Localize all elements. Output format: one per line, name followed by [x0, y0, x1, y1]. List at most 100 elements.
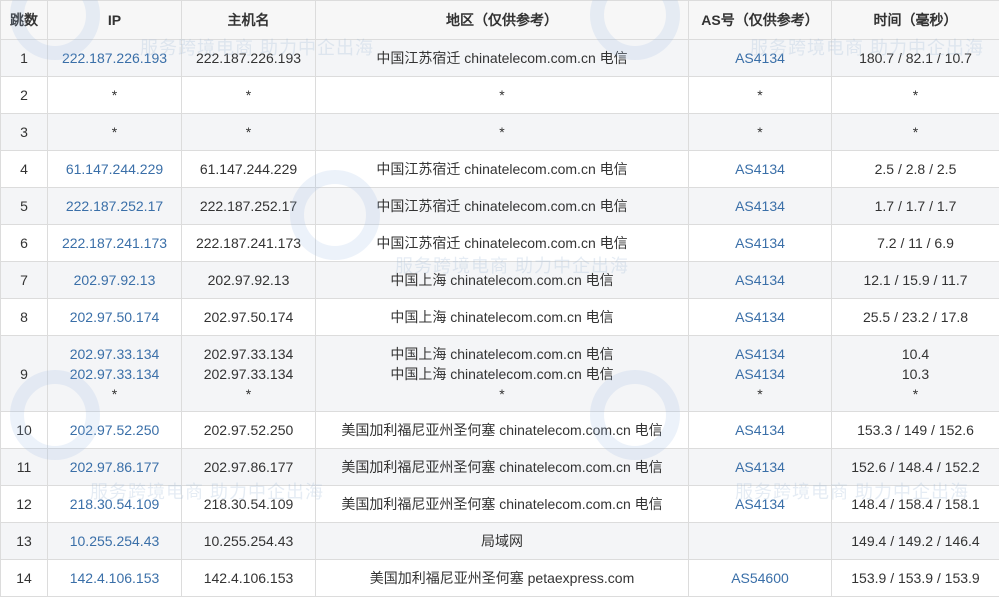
latency-text: *: [912, 87, 919, 103]
header-region: 地区（仅供参考）: [315, 0, 689, 40]
ip-address-text[interactable]: 202.97.50.174: [52, 309, 177, 325]
hostname-text: 202.97.92.13: [207, 272, 290, 288]
as-number-cell: AS4134: [688, 39, 832, 77]
table-row: 10 202.97.52.250 202.97.52.250 美国加利福尼亚州圣何塞 …: [0, 411, 999, 449]
as-number-text: *: [757, 124, 763, 140]
hostname-cell: 61.147.244.229: [181, 150, 316, 188]
as-number-text[interactable]: AS4134: [693, 272, 827, 288]
ip-address-text: *: [111, 124, 118, 140]
ip-address-text[interactable]: 202.97.52.250: [52, 422, 177, 438]
ip-address-text[interactable]: 142.4.106.153: [52, 570, 177, 586]
region-text: *: [499, 124, 505, 140]
as-number-cell: AS4134: [688, 411, 832, 449]
as-number-cell: AS4134: [688, 298, 832, 336]
as-number-text[interactable]: AS4134: [693, 496, 827, 512]
header-hop: 跳数: [0, 0, 48, 40]
table-row: 9 202.97.33.134 202.97.33.134 * 202.97.33.13…: [0, 335, 999, 412]
region-cell: 中国上海 chinatelecom.com.cn 电信: [315, 298, 689, 336]
region-text: 美国加利福尼亚州圣何塞 petaexpress.com: [369, 570, 635, 586]
region-text: 中国江苏宿迁 chinatelecom.com.cn 电信: [376, 235, 628, 251]
latency-cell: 1.7 / 1.7 / 1.7: [831, 187, 999, 225]
latency-text: 7.2 / 11 / 6.9: [877, 235, 954, 251]
ip-address-text[interactable]: 61.147.244.229: [52, 161, 177, 177]
ip-address-cell: 202.97.33.134 202.97.33.134 *: [47, 335, 182, 412]
latency-cell: 153.3 / 149 / 152.6: [831, 411, 999, 449]
as-number-text[interactable]: AS4134: [693, 161, 827, 177]
as-number-cell: [688, 522, 832, 560]
as-number-text[interactable]: AS4134: [693, 309, 827, 325]
latency-text: 25.5 / 23.2 / 17.8: [862, 309, 969, 325]
region-text: 中国江苏宿迁 chinatelecom.com.cn 电信: [376, 161, 628, 177]
hostname-cell: 202.97.52.250: [181, 411, 316, 449]
ip-address-text[interactable]: 10.255.254.43: [52, 533, 177, 549]
ip-address-text[interactable]: 202.97.33.134: [52, 344, 177, 364]
ip-address-text[interactable]: 202.97.33.134: [52, 364, 177, 384]
hostname-cell: 222.187.252.17: [181, 187, 316, 225]
hop-number-cell: 8: [0, 298, 48, 336]
header-time: 时间（毫秒）: [831, 0, 999, 40]
as-number-text[interactable]: AS4134: [693, 459, 827, 475]
hostname-text: 202.97.86.177: [203, 459, 294, 475]
region-text: 美国加利福尼亚州圣何塞 chinatelecom.com.cn 电信: [341, 422, 663, 438]
hostname-cell: *: [181, 113, 316, 151]
table-row: 14 142.4.106.153 142.4.106.153 美国加利福尼亚州圣何塞 …: [0, 559, 999, 597]
as-number-text[interactable]: AS4134: [693, 235, 827, 251]
hostname-text: 222.187.252.17: [199, 198, 298, 214]
ip-address-text[interactable]: 222.187.226.193: [52, 50, 177, 66]
region-cell: 美国加利福尼亚州圣何塞 chinatelecom.com.cn 电信: [315, 411, 689, 449]
ip-address-text[interactable]: 218.30.54.109: [52, 496, 177, 512]
ip-address-cell: 61.147.244.229: [47, 150, 182, 188]
hostname-text: 202.97.33.134: [203, 345, 294, 362]
region-cell: 中国上海 chinatelecom.com.cn 电信 中国上海 chinatel…: [315, 335, 689, 412]
as-number-text[interactable]: AS54600: [693, 570, 827, 586]
hop-number-cell: 11: [0, 448, 48, 486]
ip-address-cell: 142.4.106.153: [47, 559, 182, 597]
ip-address-cell: 202.97.86.177: [47, 448, 182, 486]
hostname-cell: 202.97.92.13: [181, 261, 316, 299]
ip-address-cell: 218.30.54.109: [47, 485, 182, 523]
ip-address-cell: *: [47, 113, 182, 151]
latency-text: 152.6 / 148.4 / 152.2: [851, 459, 980, 475]
latency-cell: *: [831, 113, 999, 151]
hostname-cell: 10.255.254.43: [181, 522, 316, 560]
hostname-text: *: [245, 124, 252, 140]
latency-text: 2.5 / 2.8 / 2.5: [874, 161, 957, 177]
as-number-cell: AS4134: [688, 150, 832, 188]
latency-cell: 149.4 / 149.2 / 146.4: [831, 522, 999, 560]
ip-address-text[interactable]: 222.187.241.173: [52, 235, 177, 251]
as-number-cell: AS4134: [688, 224, 832, 262]
region-cell: 美国加利福尼亚州圣何塞 petaexpress.com: [315, 559, 689, 597]
hop-number-cell: 1: [0, 39, 48, 77]
hostname-text: 222.187.241.173: [195, 235, 302, 251]
ip-address-text: *: [111, 87, 118, 103]
header-row: 跳数 IP 主机名 地区（仅供参考） AS号（仅供参考） 时间（毫秒）: [0, 0, 999, 40]
table-header: 跳数 IP 主机名 地区（仅供参考） AS号（仅供参考） 时间（毫秒）: [0, 0, 999, 40]
as-number-cell: *: [688, 113, 832, 151]
as-number-text[interactable]: AS4134: [693, 344, 827, 364]
as-number-text[interactable]: AS4134: [693, 50, 827, 66]
latency-cell: 148.4 / 158.4 / 158.1: [831, 485, 999, 523]
table-row: 6 222.187.241.173 222.187.241.173 中国江苏宿迁 ch…: [0, 224, 999, 262]
as-number-text[interactable]: AS4134: [693, 198, 827, 214]
as-number-cell: AS4134: [688, 485, 832, 523]
as-number-text[interactable]: AS4134: [693, 422, 827, 438]
ip-address-text[interactable]: 202.97.92.13: [52, 272, 177, 288]
region-text: 美国加利福尼亚州圣何塞 chinatelecom.com.cn 电信: [341, 496, 663, 512]
ip-address-text[interactable]: 222.187.252.17: [52, 198, 177, 214]
hostname-cell: 218.30.54.109: [181, 485, 316, 523]
hop-number-cell: 13: [0, 522, 48, 560]
table-body: 1 222.187.226.193 222.187.226.193 中国江苏宿迁 ch…: [0, 39, 999, 597]
latency-cell: 10.4 10.3 *: [831, 335, 999, 412]
as-number-text[interactable]: AS4134: [693, 364, 827, 384]
ip-address-text[interactable]: 202.97.86.177: [52, 459, 177, 475]
latency-text: 10.3: [901, 365, 930, 382]
hostname-cell: 222.187.241.173: [181, 224, 316, 262]
hostname-text: 202.97.52.250: [203, 422, 294, 438]
region-text: 中国江苏宿迁 chinatelecom.com.cn 电信: [376, 198, 628, 214]
ip-address-cell: 202.97.50.174: [47, 298, 182, 336]
region-text: *: [499, 385, 505, 402]
hop-number-cell: 3: [0, 113, 48, 151]
region-cell: 中国上海 chinatelecom.com.cn 电信: [315, 261, 689, 299]
table-row: 13 10.255.254.43 10.255.254.43 局域网 149.4 / 1…: [0, 522, 999, 560]
latency-cell: 25.5 / 23.2 / 17.8: [831, 298, 999, 336]
